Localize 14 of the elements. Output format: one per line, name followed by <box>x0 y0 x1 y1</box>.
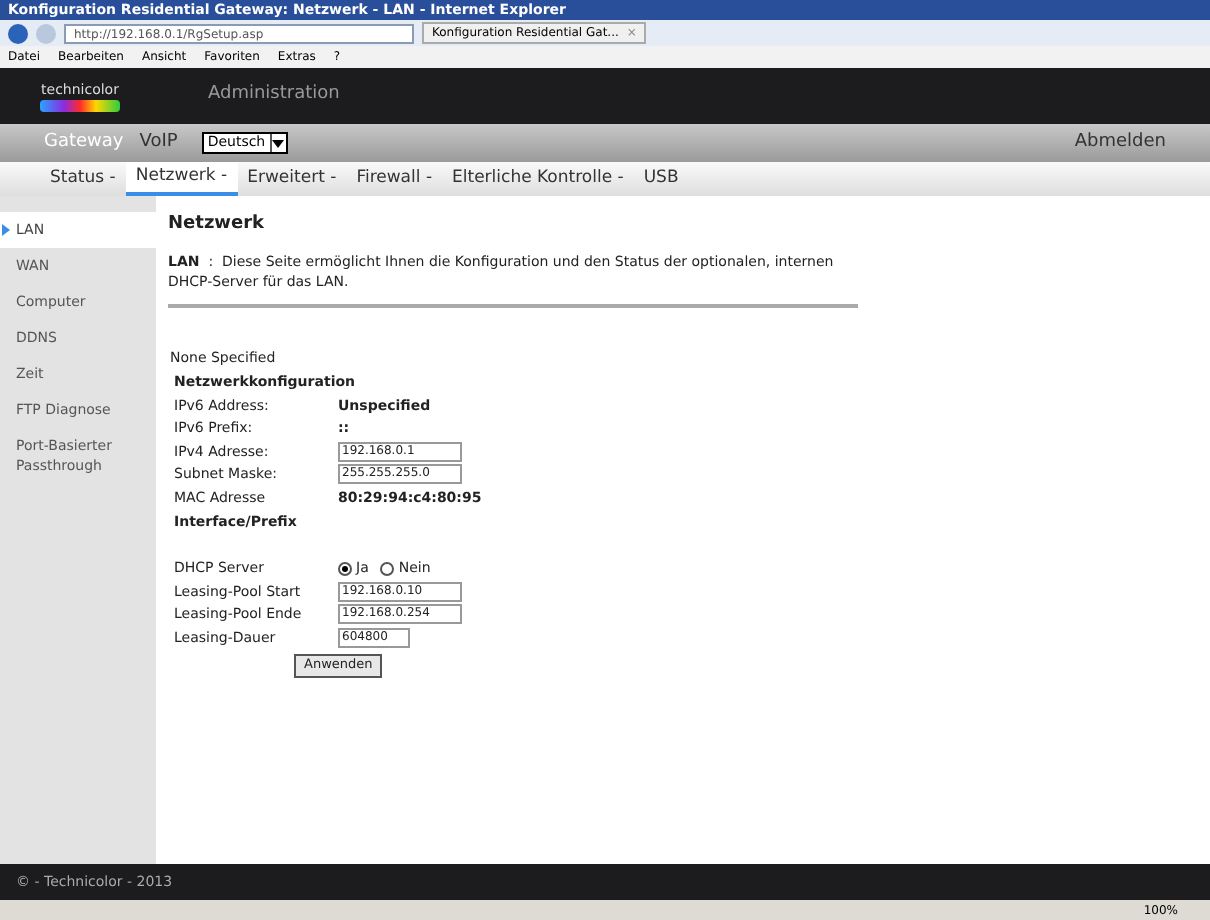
header-title: Administration <box>208 82 340 109</box>
radio-button[interactable] <box>338 561 352 576</box>
nav-tab[interactable]: Elterliche Kontrolle - <box>442 162 634 196</box>
logout-link[interactable]: Abmelden <box>1074 129 1166 157</box>
nav-link[interactable]: VoIP <box>139 129 178 157</box>
nav-tab[interactable]: USB <box>633 162 689 196</box>
nav-tab[interactable]: Firewall - <box>346 162 443 196</box>
nav-tab[interactable]: Netzwerk - <box>125 162 238 196</box>
nav-tab[interactable]: Erweitert - <box>237 162 347 196</box>
page-title: Netzwerk <box>168 212 267 238</box>
caret-icon <box>272 139 285 147</box>
radio-button[interactable] <box>380 561 395 576</box>
nav-tab[interactable]: Status - <box>40 162 126 196</box>
logo-icon <box>40 100 120 113</box>
